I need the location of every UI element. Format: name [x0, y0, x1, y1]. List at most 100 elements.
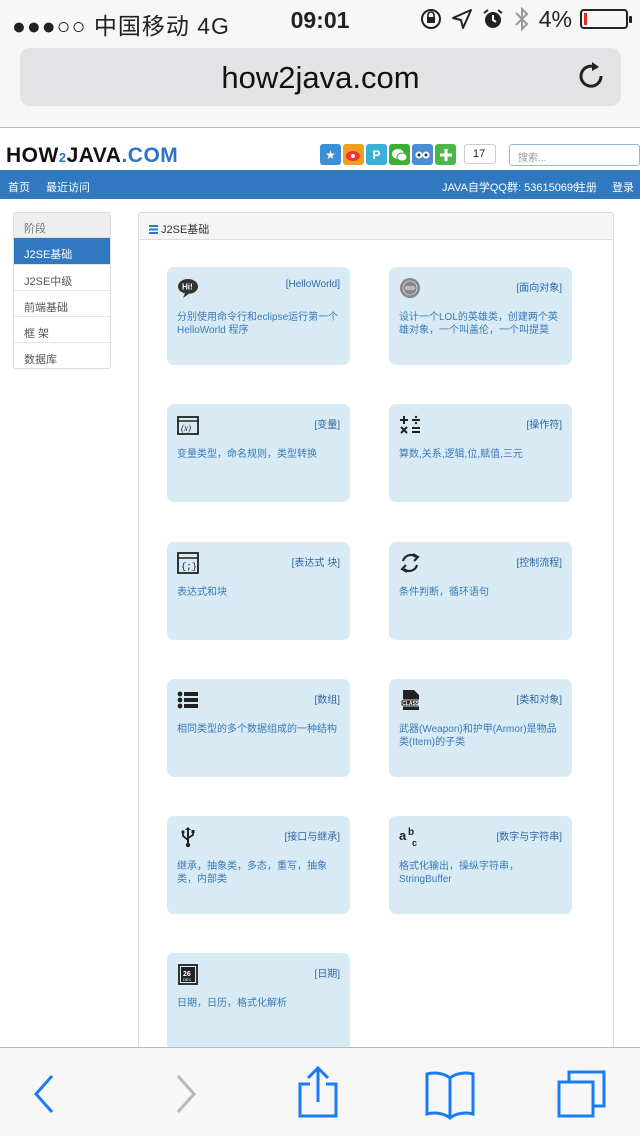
nav-qq-group[interactable]: JAVA自学QQ群: 536150699	[442, 179, 579, 195]
logo-java: JAVA	[66, 144, 122, 167]
browser-toolbar	[0, 1047, 640, 1136]
site-logo[interactable]: HOW2JAVA.COM	[6, 144, 178, 168]
svg-text:(x): (x)	[181, 423, 191, 433]
topic-card[interactable]: [控制流程] 条件判断，循环语句	[389, 542, 572, 640]
status-bar: ●●●○○ 中国移动 4G 09:01 4%	[0, 0, 640, 40]
card-tag: [类和对象]	[516, 695, 562, 706]
share-buttons: ★ P	[320, 144, 456, 165]
list-icon	[149, 225, 158, 234]
sidebar-item-database[interactable]: 数据库	[14, 342, 110, 368]
sidebar-item-frontend[interactable]: 前端基础	[14, 290, 110, 316]
card-tag: [操作符]	[526, 420, 562, 431]
panel-header: J2SE基础	[139, 213, 613, 240]
logo-two: 2	[58, 150, 67, 165]
topic-card[interactable]: [操作符] 算数,关系,逻辑,位,赋值,三元	[389, 404, 572, 502]
location-icon	[451, 9, 472, 29]
reload-icon[interactable]	[575, 60, 607, 92]
alarm-icon	[483, 9, 503, 28]
topic-card[interactable]: [接口与继承] 继承，抽象类，多态，重写，抽象类，内部类	[167, 816, 350, 914]
calendar-icon: 26 DEC	[178, 964, 198, 985]
battery-icon	[580, 9, 632, 29]
topic-card[interactable]: CLASS [类和对象] 武器(Weapon)和护甲(Armor)是物品类(It…	[389, 679, 572, 777]
card-tag: [HelloWorld]	[285, 279, 340, 290]
variable-icon: (x)	[177, 416, 199, 435]
sidebar-item-framework[interactable]: 框 架	[14, 316, 110, 342]
url-text[interactable]: how2java.com	[20, 60, 621, 96]
battery-percent: 4%	[538, 5, 572, 32]
star-icon[interactable]: ★	[320, 144, 341, 165]
plus-icon[interactable]	[435, 144, 456, 165]
status-icons: 4%	[419, 5, 632, 33]
back-icon[interactable]	[18, 1066, 74, 1122]
card-description: 继承，抽象类，多态，重写，抽象类，内部类	[177, 861, 327, 885]
qzone-icon[interactable]	[412, 144, 433, 165]
panel-title: J2SE基础	[161, 224, 210, 236]
logo-how: HOW	[6, 144, 59, 167]
sidebar-item-j2se-intermediate[interactable]: J2SE中级	[14, 264, 110, 290]
card-description: 武器(Weapon)和护甲(Armor)是物品类(Item)的子类	[399, 724, 557, 748]
site-navbar: 首页 最近访问 JAVA自学QQ群: 536150699 注册 登录	[0, 170, 640, 199]
card-description: 相同类型的多个数据组成的一种结构	[177, 724, 337, 735]
svg-text:c: c	[412, 838, 417, 848]
tabs-icon[interactable]	[554, 1066, 610, 1122]
class-file-icon: CLASS	[400, 690, 420, 710]
card-description: 设计一个LOL的英雄类，创建两个英雄对象，一个叫盖伦，一个叫提莫	[399, 312, 558, 336]
list-icon	[177, 691, 198, 709]
operators-icon	[400, 415, 420, 434]
card-tag: [控制流程]	[516, 558, 562, 569]
card-tag: [面向对象]	[516, 283, 562, 294]
card-description: 变量类型，命名规则，类型转换	[177, 449, 317, 460]
card-description: 分别使用命令行和eclipse运行第一个HelloWorld 程序	[177, 312, 339, 336]
usb-icon	[181, 827, 195, 848]
share-icon[interactable]	[290, 1066, 346, 1122]
browser-address-area: how2java.com	[0, 40, 640, 128]
loop-icon	[400, 553, 420, 573]
search-input[interactable]: 搜索...	[509, 144, 640, 166]
svg-text:{;}: {;}	[181, 562, 197, 572]
code-block-icon: {;}	[177, 552, 199, 574]
topic-card[interactable]: {;} [表达式 块] 表达式和块	[167, 542, 350, 640]
topic-card[interactable]: a b c [数字与字符串] 格式化输出，操纵字符串，StringBuffer	[389, 816, 572, 914]
topic-card[interactable]: [面向对象] 设计一个LOL的英雄类，创建两个英雄对象，一个叫盖伦，一个叫提莫	[389, 267, 572, 365]
share-count: 17	[464, 144, 496, 164]
spellcheck-icon: a b c	[399, 827, 417, 848]
topic-card[interactable]: 26 DEC [日期] 日期，日历，格式化解析	[167, 953, 350, 1051]
topic-card[interactable]: Hi! [HelloWorld] 分别使用命令行和eclipse运行第一个Hel…	[167, 267, 350, 365]
object-icon	[400, 278, 420, 298]
card-tag: [变量]	[314, 420, 340, 431]
card-tag: [数组]	[314, 695, 340, 706]
weibo-icon[interactable]	[343, 144, 364, 165]
svg-text:CLASS: CLASS	[402, 701, 420, 707]
address-bar[interactable]: how2java.com	[20, 48, 621, 106]
nav-home[interactable]: 首页	[8, 179, 30, 195]
nav-recent[interactable]: 最近访问	[46, 179, 90, 195]
stage-sidebar: 阶段 J2SE基础 J2SE中级 前端基础 框 架 数据库	[13, 212, 111, 369]
card-tag: [日期]	[314, 969, 340, 980]
sidebar-item-j2se-basic[interactable]: J2SE基础	[14, 238, 110, 264]
pinterest-icon[interactable]: P	[366, 144, 387, 165]
svg-text:Hi!: Hi!	[182, 283, 193, 292]
sidebar-header: 阶段	[14, 213, 110, 238]
card-tag: [接口与继承]	[284, 832, 340, 843]
hi-speech-icon: Hi!	[178, 279, 198, 298]
card-description: 格式化输出，操纵字符串，StringBuffer	[399, 861, 519, 885]
logo-com: .COM	[121, 144, 179, 167]
nav-register[interactable]: 注册	[575, 179, 597, 195]
wechat-icon[interactable]	[389, 144, 410, 165]
bookmarks-icon[interactable]	[422, 1066, 478, 1122]
bluetooth-icon	[515, 6, 529, 32]
forward-icon[interactable]	[158, 1066, 214, 1122]
svg-text:a: a	[399, 828, 407, 843]
card-description: 日期，日历，格式化解析	[177, 998, 287, 1009]
topic-card[interactable]: (x) [变量] 变量类型，命名规则，类型转换	[167, 404, 350, 502]
orientation-lock-icon	[420, 9, 441, 29]
card-description: 表达式和块	[177, 587, 227, 598]
battery-level	[584, 13, 587, 25]
calendar-month: DEC	[183, 977, 192, 982]
card-tag: [表达式 块]	[291, 558, 340, 569]
nav-login[interactable]: 登录	[612, 179, 634, 195]
card-description: 条件判断，循环语句	[399, 587, 489, 598]
svg-text:b: b	[408, 827, 414, 838]
topic-card[interactable]: [数组] 相同类型的多个数据组成的一种结构	[167, 679, 350, 777]
card-tag: [数字与字符串]	[496, 832, 562, 843]
